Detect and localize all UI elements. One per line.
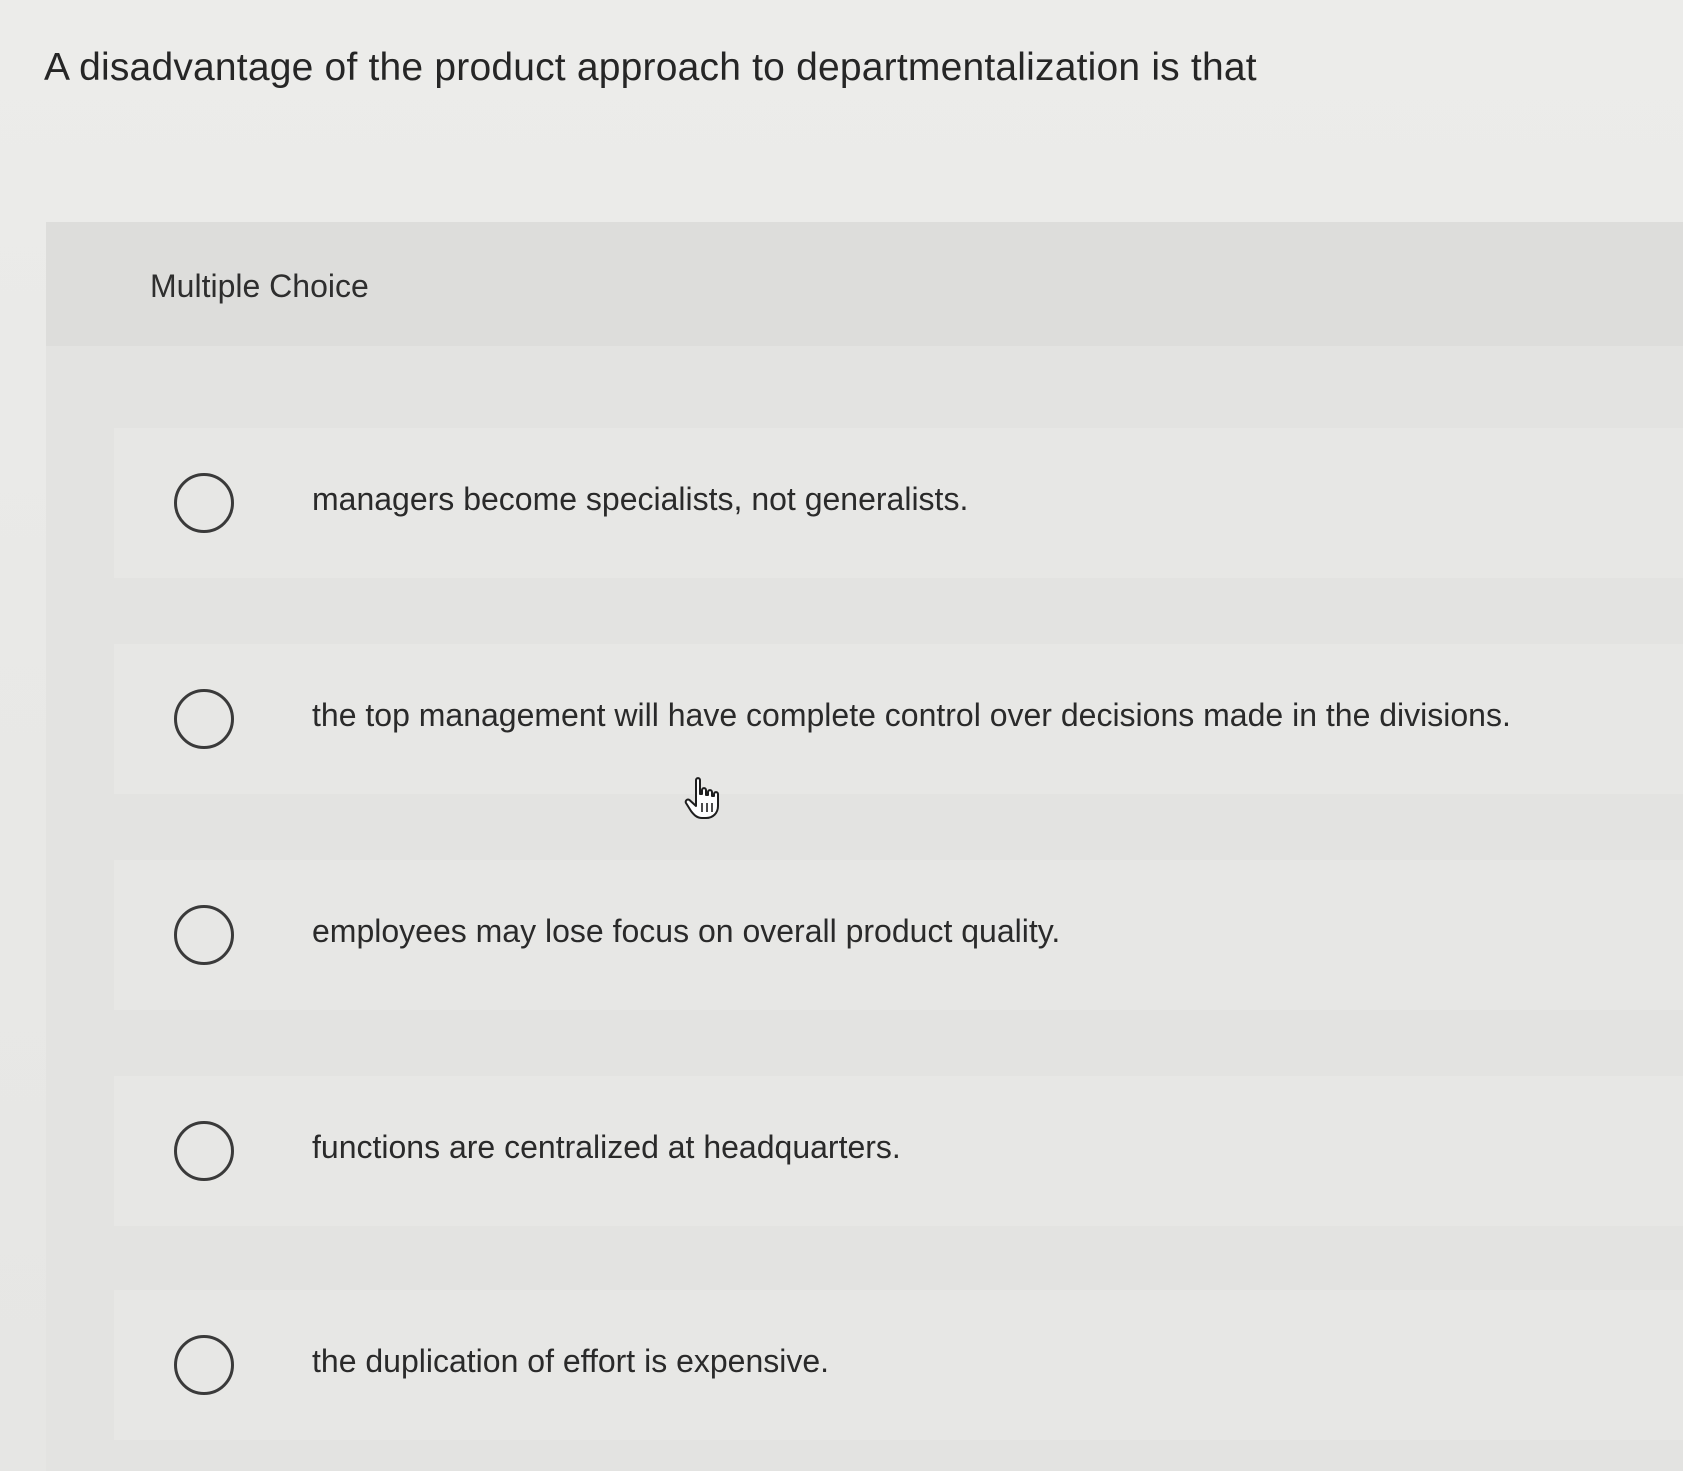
answer-option-label: functions are centralized at headquarter… <box>312 1129 901 1165</box>
answer-option-label: employees may lose focus on overall prod… <box>312 913 1061 949</box>
answer-option-label: the duplication of effort is expensive. <box>312 1343 830 1379</box>
panel-header: Multiple Choice <box>46 222 1683 346</box>
multiple-choice-panel: Multiple Choice managers become speciali… <box>46 222 1683 1471</box>
answer-option-label: the top management will have complete co… <box>312 697 1511 733</box>
answer-option[interactable]: the top management will have complete co… <box>114 644 1683 794</box>
answer-option[interactable]: managers become specialists, not general… <box>114 428 1683 578</box>
answer-option[interactable]: employees may lose focus on overall prod… <box>114 860 1683 1010</box>
radio-unchecked-icon[interactable] <box>174 905 234 965</box>
radio-unchecked-icon[interactable] <box>174 473 234 533</box>
question-text: A disadvantage of the product approach t… <box>44 46 1257 89</box>
answer-option[interactable]: functions are centralized at headquarter… <box>114 1076 1683 1226</box>
question-type-label: Multiple Choice <box>150 268 369 304</box>
answer-option[interactable]: the duplication of effort is expensive. <box>114 1290 1683 1440</box>
radio-unchecked-icon[interactable] <box>174 689 234 749</box>
answer-option-label: managers become specialists, not general… <box>312 481 969 517</box>
radio-unchecked-icon[interactable] <box>174 1335 234 1395</box>
radio-unchecked-icon[interactable] <box>174 1121 234 1181</box>
